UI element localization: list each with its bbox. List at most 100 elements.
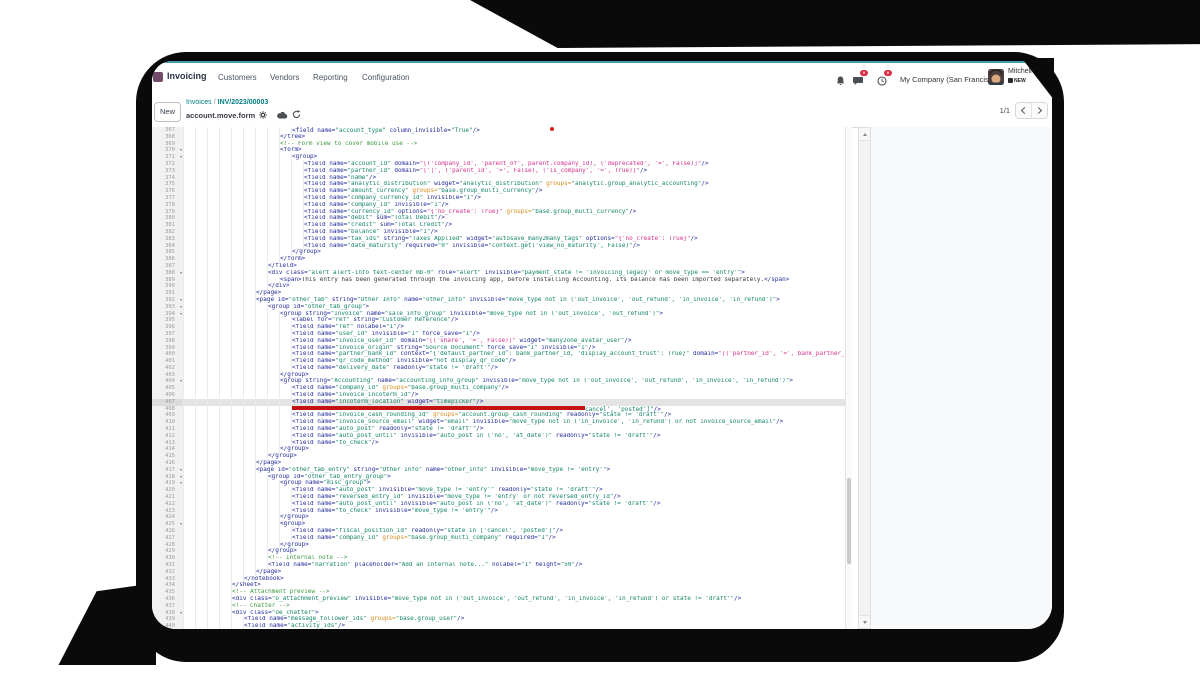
code-line-405[interactable]: 405 <field name="company_id" groups="base…	[152, 385, 852, 393]
code-line-393[interactable]: 393 ▾ <group id="other_tab_group">	[152, 303, 852, 311]
new-button[interactable]: New	[154, 102, 181, 122]
code-line-398[interactable]: 398 <field name="invoice_user_id" domain=…	[152, 337, 852, 345]
user-name[interactable]: Mitchell	[1008, 68, 1032, 75]
code-line-408[interactable]: 408 cancel', 'posted']"/>	[152, 405, 852, 413]
gear-icon[interactable]	[259, 106, 267, 124]
scroll-up-icon[interactable]	[859, 128, 870, 141]
menu-customers[interactable]: Customers	[218, 73, 257, 82]
pager-previous-button[interactable]	[1016, 103, 1031, 118]
code-line-392[interactable]: 392 ▾ <page id="other_tab" string="Other I…	[152, 296, 852, 304]
code-line-404[interactable]: 404 ▾ <group string="Accounting" name="acc…	[152, 378, 852, 386]
pager-next-button[interactable]	[1031, 103, 1047, 118]
code-line-382[interactable]: 382 <field name="balance" invisible="1"/>	[152, 228, 852, 236]
code-line-396[interactable]: 396 <field name="ref" nolabel="1"/>	[152, 324, 852, 331]
code-line-389[interactable]: 389 <span>This entry has been generated t…	[152, 276, 852, 284]
code-line-380[interactable]: 380 <field name="debit" sum="Total Debit"…	[152, 215, 852, 223]
code-line-425[interactable]: 425 ▾ <group>	[152, 521, 852, 529]
code-line-397[interactable]: 397 <field name="user_id" invisible="1" f…	[152, 330, 852, 338]
code-line-415[interactable]: 415 </group>	[152, 453, 852, 461]
code-line-435[interactable]: 435 <!-- Attachment preview -->	[152, 589, 852, 596]
code-line-379[interactable]: 379 <field name="currency_id" options="{'…	[152, 208, 852, 216]
scroll-down-icon[interactable]	[859, 615, 870, 628]
fold-marker-icon[interactable]: ▾	[180, 147, 182, 154]
code-line-417[interactable]: 417 ▾ <page id="other_tab_entry" string="O…	[152, 466, 852, 474]
code-line-403[interactable]: 403 </group>	[152, 371, 852, 379]
code-line-432[interactable]: 432 </page>	[152, 568, 852, 576]
code-line-374[interactable]: 374 <field name="name"/>	[152, 174, 852, 182]
code-line-437[interactable]: 437 <!-- Chatter -->	[152, 602, 852, 610]
code-line-381[interactable]: 381 <field name="credit" sum="Total Credi…	[152, 222, 852, 229]
fold-marker-icon[interactable]: ▾	[180, 610, 182, 617]
code-line-430[interactable]: 430 <!-- Internal note -->	[152, 555, 852, 562]
code-line-434[interactable]: 434 </sheet>	[152, 582, 852, 590]
code-line-376[interactable]: 376 <field name="amount_currency" groups=…	[152, 188, 852, 195]
code-line-428[interactable]: 428 </group>	[152, 541, 852, 549]
cloud-save-icon[interactable]	[277, 106, 288, 124]
code-line-420[interactable]: 420 <field name="auto_post" invisible="mo…	[152, 487, 852, 495]
code-line-384[interactable]: 384 <field name="date_maturity" required=…	[152, 242, 852, 250]
menu-vendors[interactable]: Vendors	[270, 73, 299, 82]
code-line-373[interactable]: 373 <field name="partner_id" domain="['|'…	[152, 167, 852, 175]
code-line-377[interactable]: 377 <field name="company_currency_id" inv…	[152, 194, 852, 202]
fold-marker-icon[interactable]: ▾	[180, 270, 182, 277]
code-line-440[interactable]: 440 <field name="activity_ids"/>	[152, 623, 852, 629]
menu-configuration[interactable]: Configuration	[362, 73, 410, 82]
code-line-418[interactable]: 418 ▾ <group id="other_tab_entry_group">	[152, 473, 852, 481]
code-line-370[interactable]: 370 ▾ <form>	[152, 147, 852, 155]
code-line-385[interactable]: 385 </group>	[152, 249, 852, 257]
code-line-402[interactable]: 402 <field name="delivery_date" readonly=…	[152, 364, 852, 372]
code-line-406[interactable]: 406 <field name="invoice_incoterm_id"/>	[152, 392, 852, 399]
code-line-388[interactable]: 388 ▾ <div class="alert alert-info text-ce…	[152, 269, 852, 277]
code-line-375[interactable]: 375 <field name="analytic_distribution" w…	[152, 181, 852, 189]
company-switcher[interactable]: My Company (San Francisco)	[900, 75, 999, 84]
code-line-391[interactable]: 391 </page>	[152, 290, 852, 297]
code-line-426[interactable]: 426 <field name="fiscal_position_id" read…	[152, 528, 852, 535]
odoo-logo[interactable]	[153, 72, 163, 82]
fold-marker-icon[interactable]: ▾	[180, 521, 182, 528]
code-line-386[interactable]: 386 </form>	[152, 256, 852, 263]
code-line-395[interactable]: 395 <label for="ref" string="Customer Ref…	[152, 317, 852, 325]
code-line-378[interactable]: 378 <field name="company_id" invisible="1…	[152, 201, 852, 209]
editor-scrollbar[interactable]	[845, 127, 852, 629]
code-line-390[interactable]: 390 </div>	[152, 283, 852, 291]
code-line-431[interactable]: 431 <field name="narration" placeholder="…	[152, 562, 852, 569]
code-line-429[interactable]: 429 </group>	[152, 548, 852, 556]
code-line-410[interactable]: 410 <field name="invoice_source_email" wi…	[152, 419, 852, 427]
code-line-367[interactable]: 367 <field name="account_type" column_inv…	[152, 127, 852, 134]
fold-marker-icon[interactable]: ▾	[180, 378, 182, 385]
code-line-400[interactable]: 400 <field name="partner_bank_id" context…	[152, 351, 852, 359]
code-line-419[interactable]: 419 ▾ <group name="misc_group">	[152, 480, 852, 488]
app-name[interactable]: Invoicing	[167, 71, 207, 81]
editor-scrollbar-thumb[interactable]	[847, 478, 851, 564]
code-line-438[interactable]: 438 ▾ <div class="oe_chatter">	[152, 609, 852, 617]
code-line-411[interactable]: 411 <field name="auto_post" readonly="sta…	[152, 426, 852, 433]
code-line-423[interactable]: 423 <field name="to_check" invisible="mov…	[152, 507, 852, 515]
fold-marker-icon[interactable]: ▾	[180, 474, 182, 481]
fold-marker-icon[interactable]: ▾	[180, 311, 182, 318]
clock-icon[interactable]: 0	[877, 70, 892, 91]
breadcrumb-invoices[interactable]: Invoices	[186, 99, 212, 106]
code-line-412[interactable]: 412 <field name="auto_post_until" invisib…	[152, 432, 852, 440]
code-line-371[interactable]: 371 ▾ <group>	[152, 154, 852, 161]
code-line-421[interactable]: 421 <field name="reversed_entry_id" invis…	[152, 494, 852, 501]
code-line-399[interactable]: 399 <field name="invoice_origin" string="…	[152, 344, 852, 352]
code-line-368[interactable]: 368 </tree>	[152, 133, 852, 141]
code-line-427[interactable]: 427 <field name="company_id" groups="base…	[152, 534, 852, 542]
xml-code-editor[interactable]: 367 <field name="account_type" column_inv…	[152, 127, 852, 629]
code-line-416[interactable]: 416 </page>	[152, 460, 852, 467]
fold-marker-icon[interactable]: ▾	[180, 154, 182, 161]
code-line-433[interactable]: 433 </notebook>	[152, 575, 852, 583]
fold-marker-icon[interactable]: ▾	[180, 467, 182, 474]
code-line-409[interactable]: 409 <field name="invoice_cash_rounding_id…	[152, 412, 852, 420]
code-line-413[interactable]: 413 <field name="to_check"/>	[152, 439, 852, 447]
code-line-401[interactable]: 401 <field name="qr_code_method" invisibl…	[152, 358, 852, 365]
code-line-387[interactable]: 387 </field>	[152, 262, 852, 270]
preview-scrollbar[interactable]	[858, 127, 871, 629]
bell-icon[interactable]	[836, 73, 845, 91]
code-line-439[interactable]: 439 <field name="message_follower_ids" gr…	[152, 616, 852, 624]
code-line-383[interactable]: 383 <field name="tax_ids" string="Taxes A…	[152, 235, 852, 243]
discard-icon[interactable]	[292, 106, 301, 124]
menu-reporting[interactable]: Reporting	[313, 73, 348, 82]
code-line-369[interactable]: 369 <!-- Form view to cover mobile use --…	[152, 140, 852, 148]
code-line-424[interactable]: 424 </group>	[152, 514, 852, 522]
